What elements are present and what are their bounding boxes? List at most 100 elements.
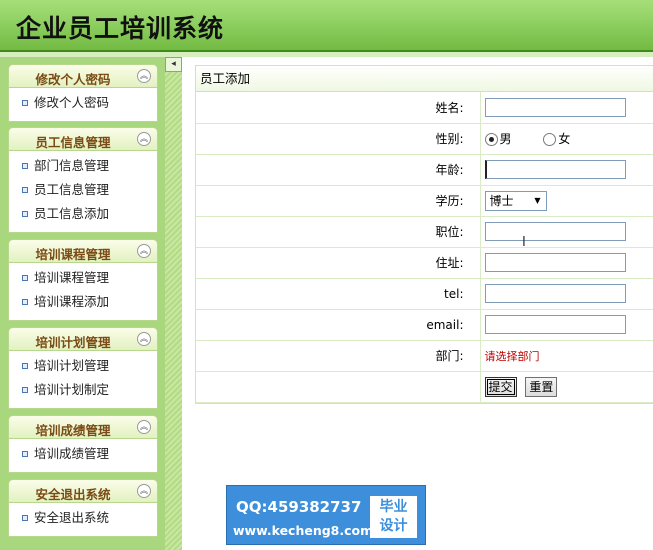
- panel-body: 部门信息管理 员工信息管理 员工信息添加: [8, 151, 158, 233]
- form-row-actions: 提交 重置: [196, 371, 653, 403]
- panel-plan: 培训计划管理 ︽ 培训计划管理 培训计划制定: [8, 327, 158, 409]
- sidebar: 修改个人密码 ︽ 修改个人密码 员工信息管理 ︽ 部门信息管理 员工信息管理 员…: [0, 57, 165, 550]
- gender-female-label: 女: [558, 132, 571, 146]
- sidebar-item-course-add[interactable]: 培训课程添加: [9, 290, 157, 314]
- bullet-icon: [22, 210, 28, 217]
- sidebar-item-change-password[interactable]: 修改个人密码: [9, 91, 157, 115]
- education-select[interactable]: 博士 ▼: [484, 190, 547, 211]
- tel-input[interactable]: [484, 284, 626, 303]
- address-input[interactable]: [484, 253, 626, 272]
- form-table: 姓名: 性别: 男 女 年龄: 学历: 博士 ▼ 职位: 住址: tel: em…: [196, 92, 653, 403]
- name-label: 姓名:: [196, 92, 481, 124]
- radio-male[interactable]: [484, 133, 498, 146]
- collapse-icon[interactable]: ︽: [137, 69, 151, 83]
- collapse-icon[interactable]: ︽: [137, 132, 151, 146]
- position-label: 职位:: [196, 216, 481, 248]
- panel-header-employee[interactable]: 员工信息管理 ︽: [8, 127, 158, 151]
- app-header: 企业员工培训系统: [0, 0, 653, 52]
- education-value: 博士: [489, 193, 514, 208]
- collapse-icon[interactable]: ︽: [137, 420, 151, 434]
- form-row-address: 住址:: [196, 247, 653, 279]
- main-content: 员工添加 姓名: 性别: 男 女 年龄: 学历: 博士 ▼ 职位: 住址: te…: [182, 57, 653, 550]
- sidebar-item-department[interactable]: 部门信息管理: [9, 154, 157, 178]
- bullet-icon: [22, 514, 28, 521]
- form-row-age: 年龄:: [196, 154, 653, 186]
- bullet-icon: [22, 298, 28, 305]
- sidebar-item-logout[interactable]: 安全退出系统: [9, 506, 157, 530]
- form-row-education: 学历: 博士 ▼: [196, 185, 653, 217]
- panel-employee: 员工信息管理 ︽ 部门信息管理 员工信息管理 员工信息添加: [8, 127, 158, 233]
- sidebar-item-score-manage[interactable]: 培训成绩管理: [9, 442, 157, 466]
- tel-label: tel:: [196, 278, 481, 310]
- sidebar-splitter[interactable]: ◂: [165, 57, 182, 550]
- collapse-icon[interactable]: ︽: [137, 332, 151, 346]
- watermark-qq: QQ:459382737: [236, 498, 362, 516]
- sidebar-item-label: 培训计划管理: [34, 358, 110, 373]
- sidebar-item-label: 培训课程添加: [34, 294, 110, 309]
- text-cursor-icon: I: [522, 235, 526, 250]
- app-title: 企业员工培训系统: [16, 14, 225, 43]
- bullet-icon: [22, 362, 28, 369]
- collapse-icon[interactable]: ︽: [137, 244, 151, 258]
- panel-title: 安全退出系统: [35, 487, 111, 502]
- gender-female-option[interactable]: 女: [543, 130, 570, 147]
- submit-button[interactable]: 提交: [484, 376, 517, 397]
- form-row-department: 部门: 请选择部门: [196, 340, 653, 372]
- watermark-badge-line1: 毕业: [379, 499, 408, 515]
- panel-header-logout[interactable]: 安全退出系统 ︽: [8, 479, 158, 503]
- reset-button[interactable]: 重置: [525, 376, 558, 397]
- department-label: 部门:: [196, 340, 481, 372]
- panel-title: 修改个人密码: [35, 72, 111, 87]
- panel-header-plan[interactable]: 培训计划管理 ︽: [8, 327, 158, 351]
- sidebar-item-label: 培训计划制定: [34, 382, 110, 397]
- department-hint[interactable]: 请选择部门: [485, 350, 540, 363]
- form-row-gender: 性别: 男 女: [196, 123, 653, 155]
- bullet-icon: [22, 186, 28, 193]
- bullet-icon: [22, 99, 28, 106]
- panel-header-password[interactable]: 修改个人密码 ︽: [8, 64, 158, 88]
- email-label: email:: [196, 309, 481, 341]
- panel-body: 安全退出系统: [8, 503, 158, 537]
- gender-label: 性别:: [196, 123, 481, 155]
- age-label: 年龄:: [196, 154, 481, 186]
- email-input[interactable]: [484, 315, 626, 334]
- panel-title: 培训计划管理: [35, 335, 111, 350]
- sidebar-item-label: 安全退出系统: [34, 510, 110, 525]
- age-input[interactable]: [484, 160, 626, 179]
- panel-body: 培训计划管理 培训计划制定: [8, 351, 158, 409]
- panel-header-score[interactable]: 培训成绩管理 ︽: [8, 415, 158, 439]
- watermark-badge: 毕业 设计: [370, 496, 417, 538]
- name-input[interactable]: [484, 97, 626, 117]
- sidebar-item-label: 部门信息管理: [34, 158, 110, 173]
- watermark-badge-line2: 设计: [379, 518, 408, 534]
- form-title: 员工添加: [196, 66, 653, 92]
- form-row-name: 姓名:: [196, 92, 653, 124]
- form-row-email: email:: [196, 309, 653, 341]
- panel-body: 培训成绩管理: [8, 439, 158, 473]
- address-label: 住址:: [196, 247, 481, 279]
- panel-body: 修改个人密码: [8, 88, 158, 122]
- employee-form: 员工添加 姓名: 性别: 男 女 年龄: 学历: 博士 ▼ 职位: 住址: te…: [195, 65, 653, 404]
- education-label: 学历:: [196, 185, 481, 217]
- position-input[interactable]: [484, 222, 626, 241]
- panel-score: 培训成绩管理 ︽ 培训成绩管理: [8, 415, 158, 473]
- sidebar-item-employee-add[interactable]: 员工信息添加: [9, 202, 157, 226]
- bullet-icon: [22, 274, 28, 281]
- sidebar-item-label: 修改个人密码: [34, 95, 110, 110]
- collapse-icon[interactable]: ︽: [137, 484, 151, 498]
- panel-password: 修改个人密码 ︽ 修改个人密码: [8, 64, 158, 122]
- sidebar-item-label: 培训成绩管理: [34, 446, 110, 461]
- sidebar-item-plan-create[interactable]: 培训计划制定: [9, 378, 157, 402]
- sidebar-item-course-manage[interactable]: 培训课程管理: [9, 266, 157, 290]
- panel-header-course[interactable]: 培训课程管理 ︽: [8, 239, 158, 263]
- sidebar-item-plan-manage[interactable]: 培训计划管理: [9, 354, 157, 378]
- bullet-icon: [22, 162, 28, 169]
- sidebar-item-employee-manage[interactable]: 员工信息管理: [9, 178, 157, 202]
- collapse-sidebar-icon[interactable]: ◂: [165, 57, 182, 72]
- sidebar-item-label: 员工信息添加: [34, 206, 110, 221]
- sidebar-item-label: 培训课程管理: [34, 270, 110, 285]
- form-row-tel: tel:: [196, 278, 653, 310]
- radio-female[interactable]: [543, 133, 557, 146]
- sidebar-item-label: 员工信息管理: [34, 182, 110, 197]
- gender-male-option[interactable]: 男: [484, 130, 512, 147]
